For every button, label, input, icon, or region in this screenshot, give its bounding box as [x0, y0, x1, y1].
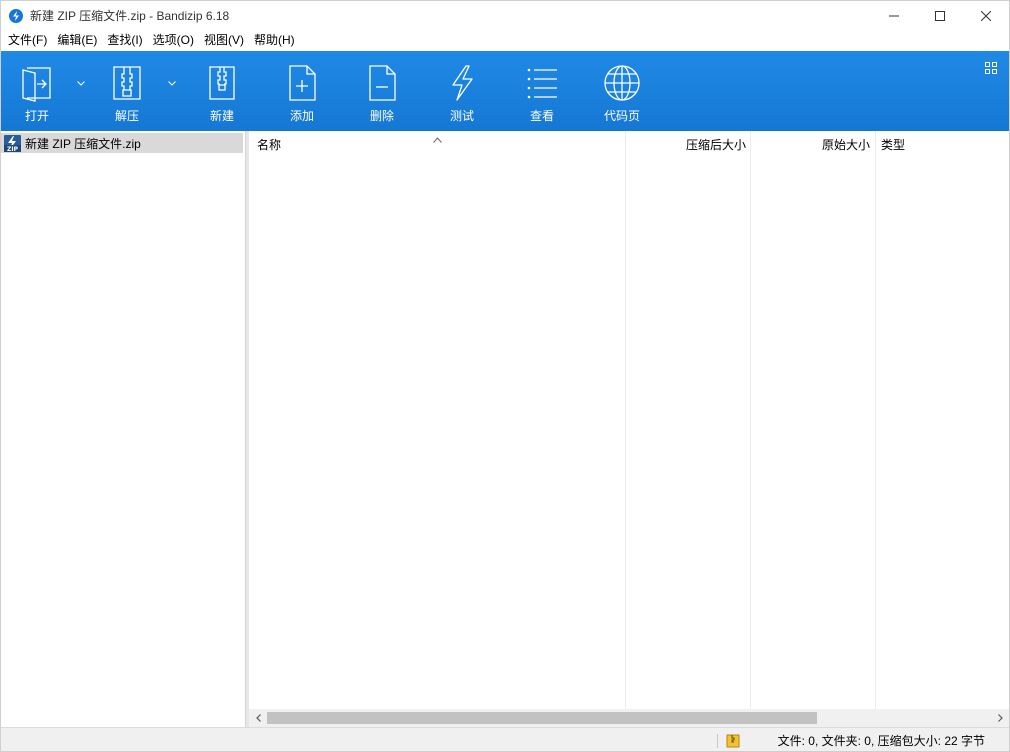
tree-item-label: 新建 ZIP 压缩文件.zip	[25, 136, 141, 151]
maximize-button[interactable]	[917, 1, 963, 30]
menu-edit[interactable]: 编辑(E)	[52, 30, 102, 51]
maximize-icon	[935, 10, 945, 21]
horizontal-scrollbar[interactable]	[249, 709, 1009, 727]
menu-file[interactable]: 文件(F)	[3, 30, 52, 51]
scroll-right-button[interactable]	[991, 709, 1009, 727]
menu-find[interactable]: 查找(I)	[102, 30, 147, 51]
view-button[interactable]: 查看	[510, 51, 574, 131]
chevron-left-icon	[255, 714, 261, 722]
chevron-down-icon	[77, 80, 85, 86]
menu-bar: 文件(F) 编辑(E) 查找(I) 选项(O) 视图(V) 帮助(H)	[1, 30, 1009, 51]
open-button[interactable]: 打开	[5, 51, 69, 131]
menu-options[interactable]: 选项(O)	[148, 30, 199, 51]
test-label: 测试	[449, 109, 474, 123]
layout-toggle-button[interactable]	[985, 62, 997, 77]
zip-file-icon: ZIP	[4, 134, 21, 153]
bandizip-app-icon	[9, 8, 23, 23]
add-file-icon	[289, 65, 316, 101]
extract-button[interactable]: 解压	[95, 51, 159, 131]
menu-help[interactable]: 帮助(H)	[249, 30, 300, 51]
column-divider[interactable]	[625, 131, 626, 709]
scroll-left-button[interactable]	[249, 709, 267, 727]
add-button[interactable]: 添加	[270, 51, 334, 131]
open-label: 打开	[24, 109, 49, 123]
archive-icon	[726, 734, 740, 751]
new-archive-icon	[209, 66, 235, 100]
column-header-type[interactable]: 类型	[881, 131, 905, 159]
new-label: 新建	[209, 109, 234, 123]
delete-label: 删除	[369, 109, 394, 123]
layout-grid-icon	[985, 62, 997, 74]
extract-label: 解压	[114, 109, 139, 123]
open-icon	[22, 67, 51, 102]
lightning-icon	[452, 65, 473, 101]
extract-icon	[113, 66, 141, 100]
folder-tree: ZIP 新建 ZIP 压缩文件.zip	[1, 131, 245, 727]
scrollbar-thumb[interactable]	[267, 712, 817, 724]
bandizip-window: 新建 ZIP 压缩文件.zip - Bandizip 6.18 文件(F) 编辑…	[0, 0, 1010, 752]
column-divider[interactable]	[750, 131, 751, 709]
extract-dropdown[interactable]	[166, 77, 178, 89]
column-header-original-size[interactable]: 原始大小	[751, 131, 870, 159]
open-dropdown[interactable]	[75, 77, 87, 89]
codepage-label: 代码页	[603, 109, 640, 123]
chevron-down-icon	[168, 80, 176, 86]
minimize-button[interactable]	[871, 1, 917, 30]
svg-text:ZIP: ZIP	[7, 146, 19, 152]
minimize-icon	[889, 15, 899, 16]
view-label: 查看	[529, 109, 554, 123]
delete-file-icon	[369, 65, 396, 101]
close-button[interactable]	[963, 1, 1009, 30]
window-title: 新建 ZIP 压缩文件.zip - Bandizip 6.18	[30, 9, 230, 23]
delete-button[interactable]: 删除	[350, 51, 414, 131]
chevron-right-icon	[997, 714, 1003, 722]
status-divider	[717, 734, 718, 748]
column-header-name[interactable]: 名称	[257, 131, 281, 159]
title-bar: 新建 ZIP 压缩文件.zip - Bandizip 6.18	[1, 1, 1009, 30]
toolbar: 打开 解压 新建 添加 删除 测试 查看 代码页	[1, 51, 1009, 131]
add-label: 添加	[289, 109, 314, 123]
sort-ascending-icon	[433, 132, 442, 146]
column-divider[interactable]	[875, 131, 876, 709]
tree-item-root[interactable]: ZIP 新建 ZIP 压缩文件.zip	[1, 133, 243, 153]
file-list: 名称 压缩后大小 原始大小 类型	[249, 131, 1009, 709]
globe-icon	[604, 65, 640, 101]
menu-view[interactable]: 视图(V)	[199, 30, 249, 51]
list-view-icon	[527, 68, 557, 99]
column-header-compressed-size[interactable]: 压缩后大小	[626, 131, 746, 159]
window-controls	[871, 1, 1009, 30]
codepage-button[interactable]: 代码页	[590, 51, 654, 131]
new-archive-button[interactable]: 新建	[190, 51, 254, 131]
close-icon	[981, 10, 991, 21]
status-bar: 文件: 0, 文件夹: 0, 压缩包大小: 22 字节	[1, 727, 1009, 751]
test-button[interactable]: 测试	[430, 51, 494, 131]
status-summary: 文件: 0, 文件夹: 0, 压缩包大小: 22 字节	[777, 734, 985, 748]
